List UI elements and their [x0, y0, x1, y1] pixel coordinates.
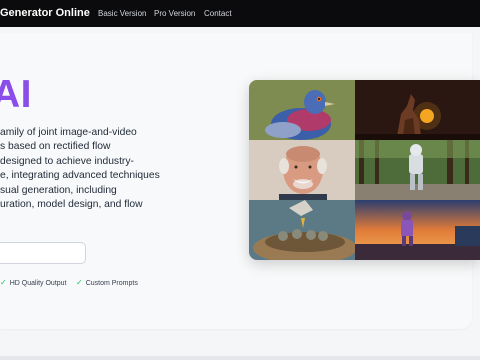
figure-sunset-image: [355, 200, 480, 260]
description-line: amily of joint image-and-video: [0, 127, 137, 138]
page-body: AI amily of joint image-and-video s base…: [0, 27, 480, 360]
description-line: uration, model design, and flow: [0, 199, 143, 211]
baby-birds-nest-image: [249, 200, 355, 260]
check-icon: ✓: [0, 278, 7, 287]
hero-title: AI: [0, 73, 32, 116]
check-icon: ✓: [76, 278, 83, 287]
pigeon-image: [249, 80, 355, 140]
nav-link-pro-version[interactable]: Pro Version: [154, 9, 195, 18]
nav-link-basic-version[interactable]: Basic Version: [98, 9, 146, 18]
bottom-divider: [0, 356, 480, 360]
description-line: s based on rectified flow: [0, 141, 111, 153]
description-line: designed to achieve industry-: [0, 155, 134, 167]
robot-walking-forest-image: [355, 140, 480, 200]
nav-link-contact[interactable]: Contact: [204, 9, 232, 18]
hero-description: amily of joint image-and-video s based o…: [0, 126, 170, 212]
wolf-howling-image: [355, 80, 480, 140]
feature-item: ✓ HD Quality Output: [0, 278, 67, 287]
hero-section: AI amily of joint image-and-video s base…: [0, 33, 480, 329]
smiling-old-man-image: [249, 140, 355, 200]
feature-item: ✓ Custom Prompts: [76, 278, 138, 287]
feature-label: HD Quality Output: [9, 280, 67, 287]
description-line: e, integrating advanced techniques: [0, 170, 160, 182]
description-line: sual generation, including: [0, 184, 117, 196]
brand-title[interactable]: Generator Online: [0, 7, 90, 19]
top-navbar: Generator Online Basic Version Pro Versi…: [0, 0, 480, 27]
prompt-input[interactable]: [0, 242, 86, 264]
feature-label: Custom Prompts: [85, 280, 138, 287]
gallery-grid: [249, 80, 480, 260]
